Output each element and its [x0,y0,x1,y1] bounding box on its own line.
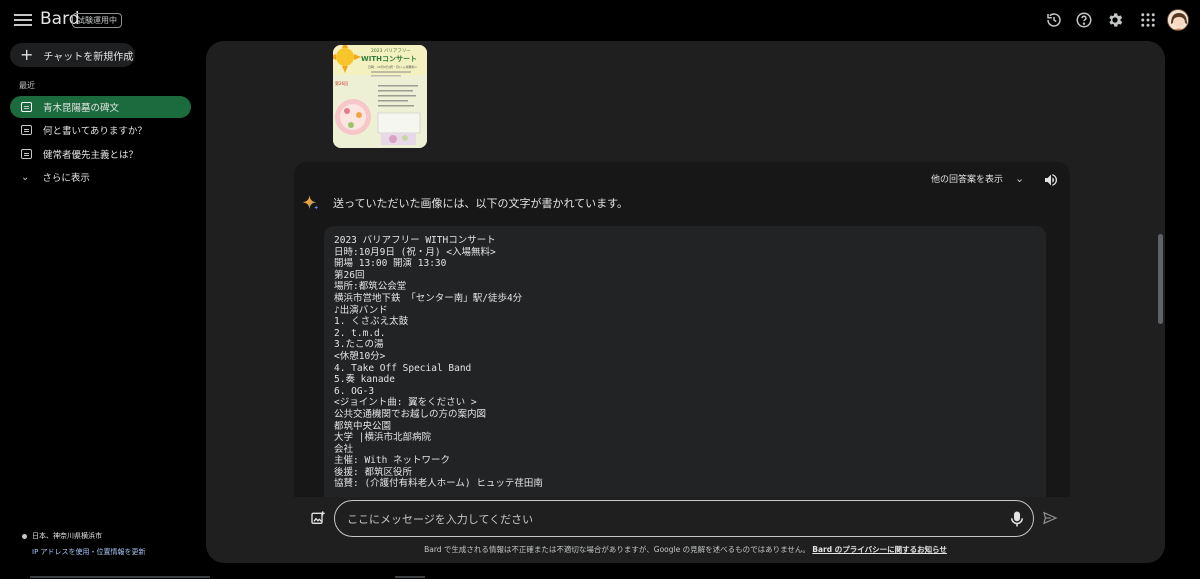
code-line: 会社 [334,443,354,455]
code-line: 大学 |横浜市北部病院 [334,432,431,444]
bottom-strip [0,575,1200,579]
chevron-down-icon: ⌄ [21,171,30,183]
response-card: 他の回答案を表示 ⌄ 送っていただいた画像には、以下の文字が書かれています。 2… [294,162,1070,497]
code-line: 協賛: (介護付有料老人ホーム) ヒュッテ荏田南 [334,478,543,490]
code-line: 日時:10月9日 (祝・月) <入場無料> [334,246,496,258]
sidebar-item-label: 健常者優先主義とは？ [43,150,139,161]
sidebar-item-label: 青木昆陽墓の碑文 [43,103,120,114]
poster-year-title: 2023 バリアフリー [371,48,411,54]
bottom-scroll-segment [395,576,425,578]
sidebar-item-chat-1[interactable]: 青木昆陽墓の碑文 [10,96,191,118]
help-icon[interactable] [1075,11,1093,29]
scrollbar-thumb[interactable] [1158,234,1163,324]
update-location-link[interactable]: IP アドレスを使用・位置情報を更新 [32,547,146,557]
disclaimer-text: Bard で生成される情報は不正確または不適切な場合がありますが、Google … [424,545,810,554]
plus-icon: + [20,45,34,64]
add-image-icon[interactable] [310,510,326,526]
speaker-icon[interactable] [1043,172,1059,188]
bard-sparkle-icon [302,195,319,210]
code-line: <ジョイント曲: 翼をください > [334,397,477,409]
code-line: ♪出演バンド [334,304,388,316]
code-line: 主催: With ネットワーク [334,455,451,467]
code-line: 開場 13:00 開演 13:30 [334,258,447,270]
top-bar: Bard 試験運用中 [0,0,1200,40]
message-input[interactable] [347,509,987,529]
code-line: 第26回 [334,269,365,281]
poster-edition: 第26回 [335,80,348,86]
code-line: 場所:都筑公会堂 [334,281,407,293]
code-block: 2023 バリアフリー WITHコンサート 日時:10月9日 (祝・月) <入場… [324,226,1046,497]
code-line: 横浜市営地下鉄 「センター南」駅/徒歩4分 [334,292,523,304]
poster-title: WITHコンサート [361,55,417,63]
sidebar-item-chat-2[interactable]: 何と書いてありますか？ [10,119,191,141]
show-more-label: さらに表示 [42,173,90,184]
other-drafts-label: 他の回答案を表示 [931,175,1004,185]
show-more-button[interactable]: ⌄ さらに表示 [21,170,90,185]
microphone-icon[interactable] [1010,510,1024,528]
new-chat-label: チャットを新規作成 [43,51,134,63]
disclaimer: Bard で生成される情報は不正確または不適切な場合がありますが、Google … [206,544,1165,555]
chat-icon [21,149,32,159]
chevron-down-icon: ⌄ [1015,172,1025,185]
sidebar-item-label: 何と書いてありますか？ [43,126,147,137]
code-line: 1. くさぶえ太鼓 [334,316,409,328]
send-icon[interactable] [1042,510,1058,526]
recent-heading: 最近 [19,81,35,90]
history-icon[interactable] [1045,11,1063,29]
location-dot-icon [22,533,27,539]
uploaded-image-thumbnail[interactable]: 2023 バリアフリー WITHコンサート 日時：10月9日(祝・月)<入場無料… [333,45,427,148]
location-label: 日本、神奈川県横浜市 [32,532,102,540]
code-line: 4. Take Off Special Band [334,362,472,374]
poster-info: 日時：10月9日(祝・月)<入場無料> [368,64,418,69]
code-line: <休憩10分> [334,350,386,362]
chat-panel: 2023 バリアフリー WITHコンサート 日時：10月9日(祝・月)<入場無料… [206,41,1165,563]
apps-grid-icon[interactable] [1139,11,1157,29]
code-line: 都筑中央公園 [334,420,392,432]
code-line: 後援: 都筑区役所 [334,466,412,478]
avatar[interactable] [1167,9,1189,31]
chat-icon [21,102,32,112]
view-other-drafts-button[interactable]: 他の回答案を表示 ⌄ [931,172,1024,185]
chat-icon [21,125,32,135]
response-intro-text: 送っていただいた画像には、以下の文字が書かれています。 [333,197,629,210]
new-chat-button[interactable]: + チャットを新規作成 [10,43,135,67]
code-line: 公共交通機関でお越しの方の案内図 [334,408,487,420]
code-line: 2023 バリアフリー WITHコンサート [334,235,496,246]
code-line: 6. OG-3 [334,385,375,397]
experiment-badge: 試験運用中 [72,13,122,28]
menu-icon[interactable] [13,10,33,30]
settings-icon[interactable] [1106,11,1124,29]
code-line: 5.奏 kanade [334,374,395,386]
location-text: 日本、神奈川県横浜市 [22,531,102,541]
code-line: 3.たこの湯 [334,339,384,351]
privacy-link[interactable]: Bard のプライバシーに関するお知らせ [812,545,947,554]
sidebar-item-chat-3[interactable]: 健常者優先主義とは？ [10,143,191,165]
code-line: 2. t.m.d. [334,327,386,339]
bottom-scroll-segment [30,576,210,578]
message-input-container[interactable] [334,500,1034,537]
